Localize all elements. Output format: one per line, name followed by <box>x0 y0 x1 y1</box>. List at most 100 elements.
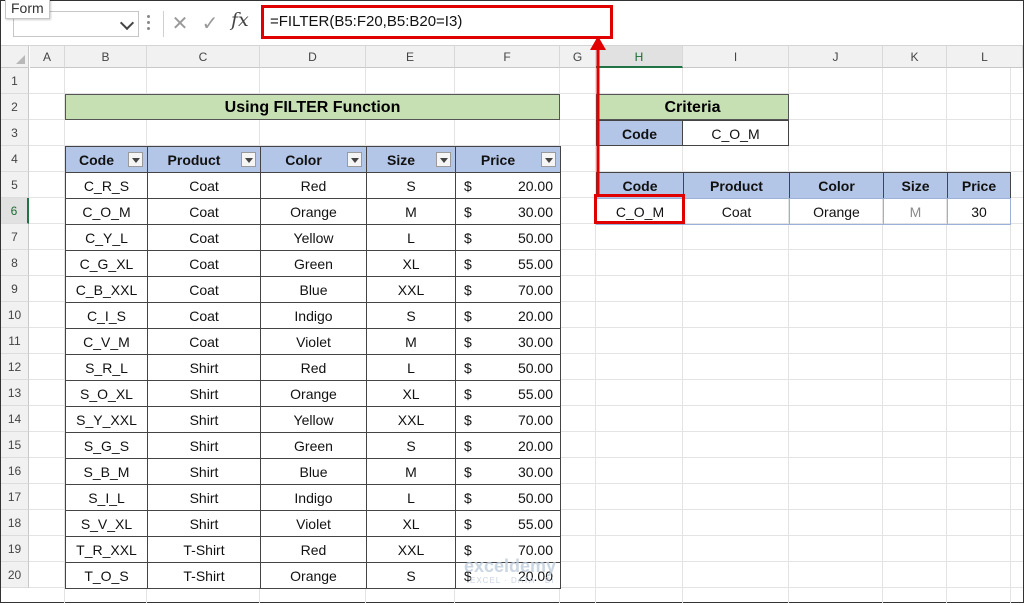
main-header-color[interactable]: Color <box>260 146 367 173</box>
main-cell-color[interactable]: Indigo <box>260 484 367 511</box>
column-header-l[interactable]: L <box>947 46 1023 68</box>
result-cell-price[interactable]: 30 <box>947 198 1011 225</box>
column-header-h[interactable]: H <box>596 46 683 68</box>
main-cell-size[interactable]: L <box>366 354 456 381</box>
main-cell-code[interactable]: C_V_M <box>65 328 148 355</box>
main-header-size[interactable]: Size <box>366 146 456 173</box>
main-cell-size[interactable]: XL <box>366 510 456 537</box>
main-cell-color[interactable]: Blue <box>260 276 367 303</box>
main-header-code[interactable]: Code <box>65 146 148 173</box>
result-cell-product[interactable]: Coat <box>683 198 790 225</box>
main-cell-code[interactable]: S_G_S <box>65 432 148 459</box>
main-cell-size[interactable]: S <box>366 172 456 199</box>
main-cell-product[interactable]: Coat <box>147 328 261 355</box>
column-header-i[interactable]: I <box>683 46 789 68</box>
main-header-product[interactable]: Product <box>147 146 261 173</box>
row-header-3[interactable]: 3 <box>1 120 29 146</box>
main-cell-color[interactable]: Green <box>260 250 367 277</box>
row-header-8[interactable]: 8 <box>1 250 29 276</box>
main-cell-size[interactable]: XL <box>366 380 456 407</box>
main-cell-price[interactable]: $70.00 <box>455 406 561 433</box>
result-cell-color[interactable]: Orange <box>789 198 884 225</box>
close-icon[interactable]: ✕ <box>167 11 193 37</box>
main-cell-product[interactable]: Shirt <box>147 406 261 433</box>
main-cell-code[interactable]: C_I_S <box>65 302 148 329</box>
main-cell-color[interactable]: Orange <box>260 380 367 407</box>
main-cell-price[interactable]: $70.00 <box>455 276 561 303</box>
drag-handle-icon[interactable] <box>147 15 150 33</box>
filter-dropdown-icon[interactable] <box>347 152 362 167</box>
row-header-6[interactable]: 6 <box>1 198 29 224</box>
main-cell-product[interactable]: Coat <box>147 198 261 225</box>
main-cell-code[interactable]: C_B_XXL <box>65 276 148 303</box>
main-cell-product[interactable]: Coat <box>147 250 261 277</box>
main-cell-product[interactable]: Coat <box>147 276 261 303</box>
main-cell-price[interactable]: $20.00 <box>455 302 561 329</box>
column-header-d[interactable]: D <box>260 46 366 68</box>
main-cell-color[interactable]: Blue <box>260 458 367 485</box>
main-cell-price[interactable]: $55.00 <box>455 380 561 407</box>
row-header-1[interactable]: 1 <box>1 68 29 94</box>
main-header-price[interactable]: Price <box>455 146 561 173</box>
main-cell-product[interactable]: Shirt <box>147 458 261 485</box>
criteria-value[interactable]: C_O_M <box>682 120 789 146</box>
main-cell-color[interactable]: Violet <box>260 328 367 355</box>
main-cell-color[interactable]: Red <box>260 536 367 563</box>
result-header-product[interactable]: Product <box>683 172 790 199</box>
main-cell-price[interactable]: $55.00 <box>455 250 561 277</box>
main-cell-price[interactable]: $30.00 <box>455 458 561 485</box>
filter-dropdown-icon[interactable] <box>128 152 143 167</box>
main-cell-size[interactable]: L <box>366 484 456 511</box>
main-cell-color[interactable]: Yellow <box>260 406 367 433</box>
main-cell-size[interactable]: M <box>366 458 456 485</box>
column-header-e[interactable]: E <box>366 46 455 68</box>
main-cell-product[interactable]: Coat <box>147 172 261 199</box>
criteria-label[interactable]: Code <box>596 120 683 146</box>
main-cell-code[interactable]: T_R_XXL <box>65 536 148 563</box>
row-header-4[interactable]: 4 <box>1 146 29 172</box>
main-cell-price[interactable]: $55.00 <box>455 510 561 537</box>
row-header-20[interactable]: 20 <box>1 562 29 588</box>
main-cell-code[interactable]: T_O_S <box>65 562 148 589</box>
main-cell-product[interactable]: Shirt <box>147 510 261 537</box>
main-cell-size[interactable]: XXL <box>366 276 456 303</box>
column-header-b[interactable]: B <box>65 46 147 68</box>
main-cell-size[interactable]: XL <box>366 250 456 277</box>
result-header-color[interactable]: Color <box>789 172 884 199</box>
main-cell-size[interactable]: XXL <box>366 406 456 433</box>
main-cell-product[interactable]: Shirt <box>147 484 261 511</box>
main-cell-color[interactable]: Red <box>260 354 367 381</box>
main-cell-code[interactable]: C_G_XL <box>65 250 148 277</box>
main-cell-price[interactable]: $50.00 <box>455 354 561 381</box>
main-cell-color[interactable]: Violet <box>260 510 367 537</box>
main-cell-color[interactable]: Green <box>260 432 367 459</box>
checkmark-icon[interactable]: ✓ <box>197 11 223 37</box>
main-cell-code[interactable]: S_O_XL <box>65 380 148 407</box>
main-cell-size[interactable]: L <box>366 224 456 251</box>
main-cell-code[interactable]: C_O_M <box>65 198 148 225</box>
main-cell-price[interactable]: $50.00 <box>455 224 561 251</box>
column-header-f[interactable]: F <box>455 46 560 68</box>
filter-dropdown-icon[interactable] <box>541 152 556 167</box>
main-cell-product[interactable]: T-Shirt <box>147 536 261 563</box>
main-cell-price[interactable]: $20.00 <box>455 172 561 199</box>
row-header-19[interactable]: 19 <box>1 536 29 562</box>
main-cell-code[interactable]: S_R_L <box>65 354 148 381</box>
filter-dropdown-icon[interactable] <box>241 152 256 167</box>
main-cell-size[interactable]: S <box>366 302 456 329</box>
main-cell-size[interactable]: M <box>366 328 456 355</box>
main-cell-size[interactable]: M <box>366 198 456 225</box>
column-header-j[interactable]: J <box>789 46 883 68</box>
row-header-5[interactable]: 5 <box>1 172 29 198</box>
main-cell-product[interactable]: T-Shirt <box>147 562 261 589</box>
row-header-11[interactable]: 11 <box>1 328 29 354</box>
filter-dropdown-icon[interactable] <box>436 152 451 167</box>
row-header-7[interactable]: 7 <box>1 224 29 250</box>
function-icon[interactable]: fx <box>231 9 249 31</box>
main-cell-color[interactable]: Red <box>260 172 367 199</box>
main-cell-code[interactable]: S_I_L <box>65 484 148 511</box>
main-cell-color[interactable]: Indigo <box>260 302 367 329</box>
row-header-17[interactable]: 17 <box>1 484 29 510</box>
main-cell-price[interactable]: $50.00 <box>455 484 561 511</box>
result-header-size[interactable]: Size <box>883 172 948 199</box>
